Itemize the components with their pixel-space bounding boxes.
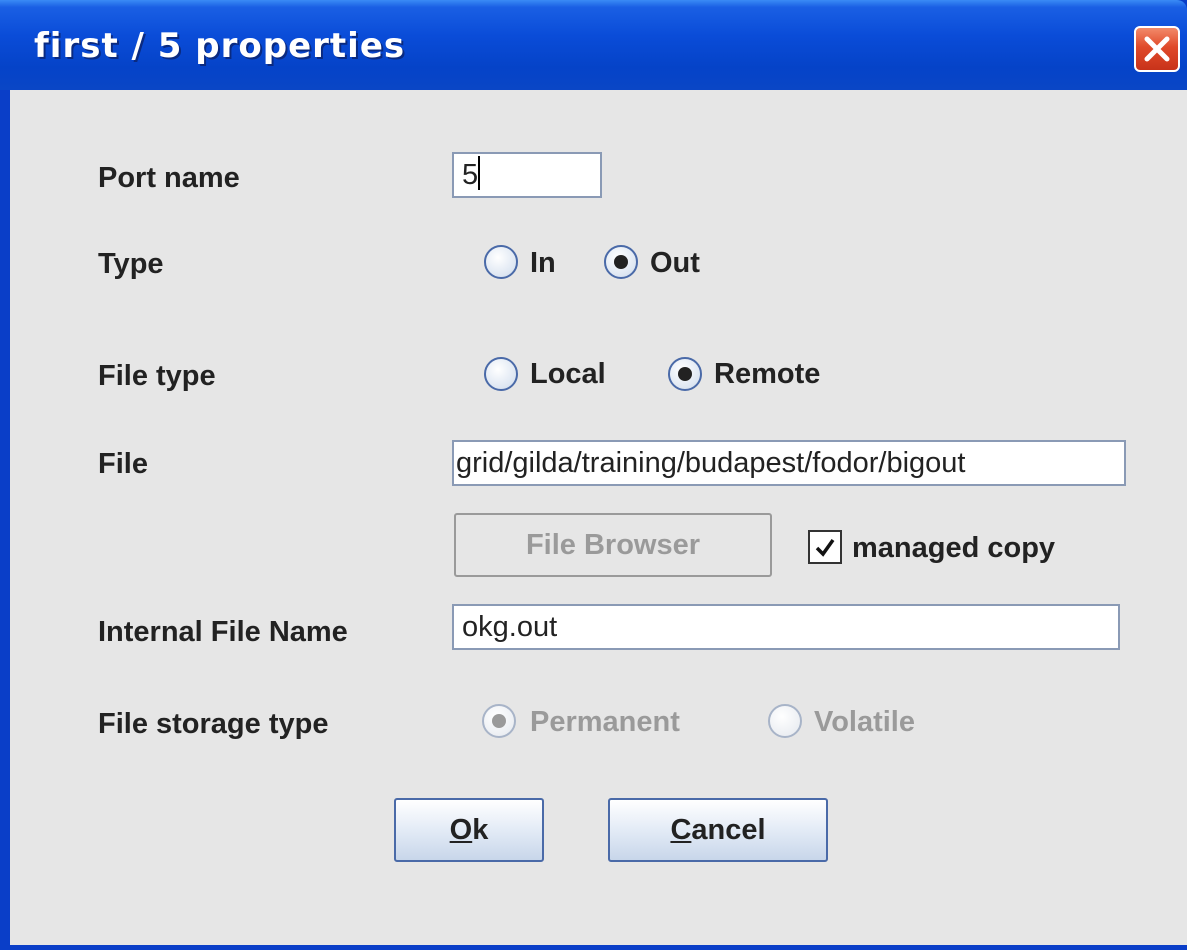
storage-permanent-label[interactable]: Permanent	[530, 706, 680, 739]
window-title: first / 5 properties	[34, 26, 406, 66]
type-label: Type	[98, 248, 164, 280]
file-type-local-radio[interactable]	[484, 357, 518, 391]
dialog-content: Port name 5 Type In Out File type Local …	[10, 90, 1187, 945]
file-label: File	[98, 448, 148, 480]
port-name-label: Port name	[98, 162, 240, 194]
type-out-radio[interactable]	[604, 245, 638, 279]
ok-label-rest: k	[472, 813, 489, 846]
type-out-label[interactable]: Out	[650, 247, 700, 280]
close-icon	[1144, 36, 1170, 62]
ok-mnemonic: O	[449, 813, 473, 846]
managed-copy-label[interactable]: managed copy	[852, 532, 1055, 565]
file-type-remote-radio[interactable]	[668, 357, 702, 391]
ok-button[interactable]: Ok	[394, 798, 544, 862]
file-browser-button[interactable]: File Browser	[454, 513, 772, 577]
text-caret	[478, 156, 481, 190]
internal-file-name-input[interactable]: okg.out	[452, 604, 1120, 650]
cancel-label-rest: ancel	[691, 813, 766, 846]
storage-permanent-radio[interactable]	[482, 704, 516, 738]
port-name-value: 5	[462, 159, 479, 191]
file-storage-type-label: File storage type	[98, 708, 329, 740]
file-type-local-label[interactable]: Local	[530, 358, 606, 391]
check-icon	[815, 538, 835, 557]
internal-file-name-value: okg.out	[462, 611, 558, 643]
file-value: grid/gilda/training/budapest/fodor/bigou…	[456, 447, 966, 479]
cancel-button[interactable]: Cancel	[608, 798, 828, 862]
title-bar[interactable]: first / 5 properties	[0, 0, 1187, 90]
type-in-radio[interactable]	[484, 245, 518, 279]
close-button[interactable]	[1134, 26, 1180, 72]
file-input[interactable]: grid/gilda/training/budapest/fodor/bigou…	[452, 440, 1126, 486]
type-in-label[interactable]: In	[530, 247, 556, 280]
managed-copy-checkbox[interactable]	[808, 530, 842, 564]
file-type-label: File type	[98, 360, 216, 392]
dialog-window: first / 5 properties Port name 5 Type In…	[0, 0, 1187, 950]
file-type-remote-label[interactable]: Remote	[714, 358, 820, 391]
storage-volatile-label[interactable]: Volatile	[814, 706, 915, 739]
internal-file-name-label: Internal File Name	[98, 616, 348, 648]
port-name-input[interactable]: 5	[452, 152, 602, 198]
cancel-mnemonic: C	[670, 813, 692, 846]
storage-volatile-radio[interactable]	[768, 704, 802, 738]
